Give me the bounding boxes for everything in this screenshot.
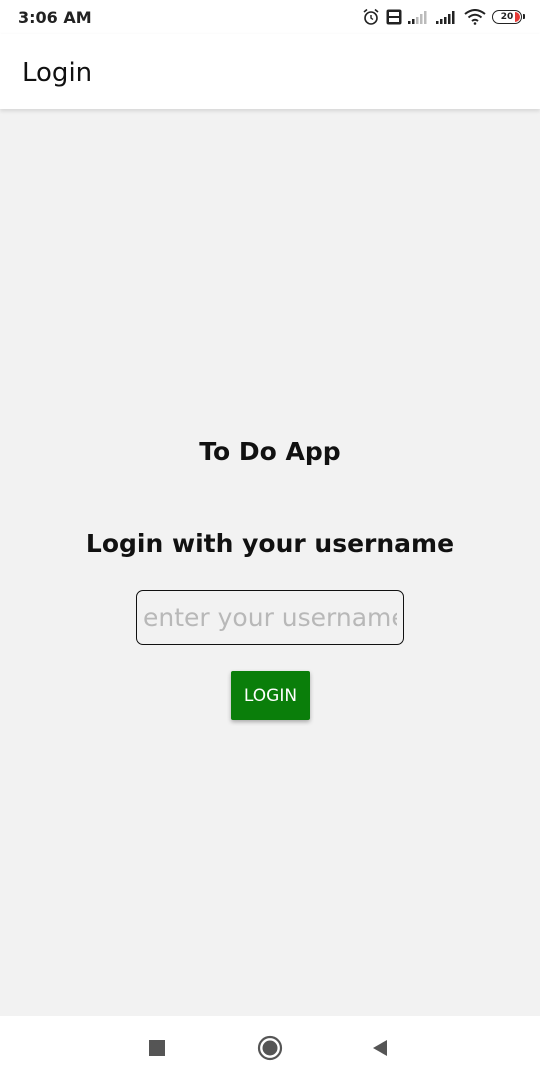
battery-level: 20 xyxy=(500,12,514,22)
main-content: To Do App Login with your username LOGIN xyxy=(0,109,540,1016)
home-icon[interactable] xyxy=(250,1028,290,1068)
wifi-icon xyxy=(464,9,486,25)
screen: 3:06 AM 20 Login To Do App Login with yo… xyxy=(0,0,540,1080)
signal-icon xyxy=(436,10,458,24)
battery-level-fill xyxy=(515,12,520,22)
username-input[interactable] xyxy=(136,590,404,645)
login-button[interactable]: LOGIN xyxy=(231,671,310,720)
page-title: Login xyxy=(22,58,93,88)
status-time: 3:06 AM xyxy=(18,8,92,27)
status-bar: 3:06 AM 20 xyxy=(0,0,540,34)
app-bar: Login xyxy=(0,34,540,109)
status-icons: 20 xyxy=(362,6,525,28)
volte-icon xyxy=(386,9,402,25)
login-heading: Login with your username xyxy=(85,529,455,558)
battery-icon: 20 xyxy=(492,10,525,24)
recents-icon[interactable] xyxy=(137,1028,177,1068)
app-name-heading: To Do App xyxy=(199,437,341,466)
alarm-icon xyxy=(362,8,380,26)
back-icon[interactable] xyxy=(360,1028,400,1068)
navigation-bar xyxy=(0,1016,540,1080)
signal-icon xyxy=(408,10,430,24)
